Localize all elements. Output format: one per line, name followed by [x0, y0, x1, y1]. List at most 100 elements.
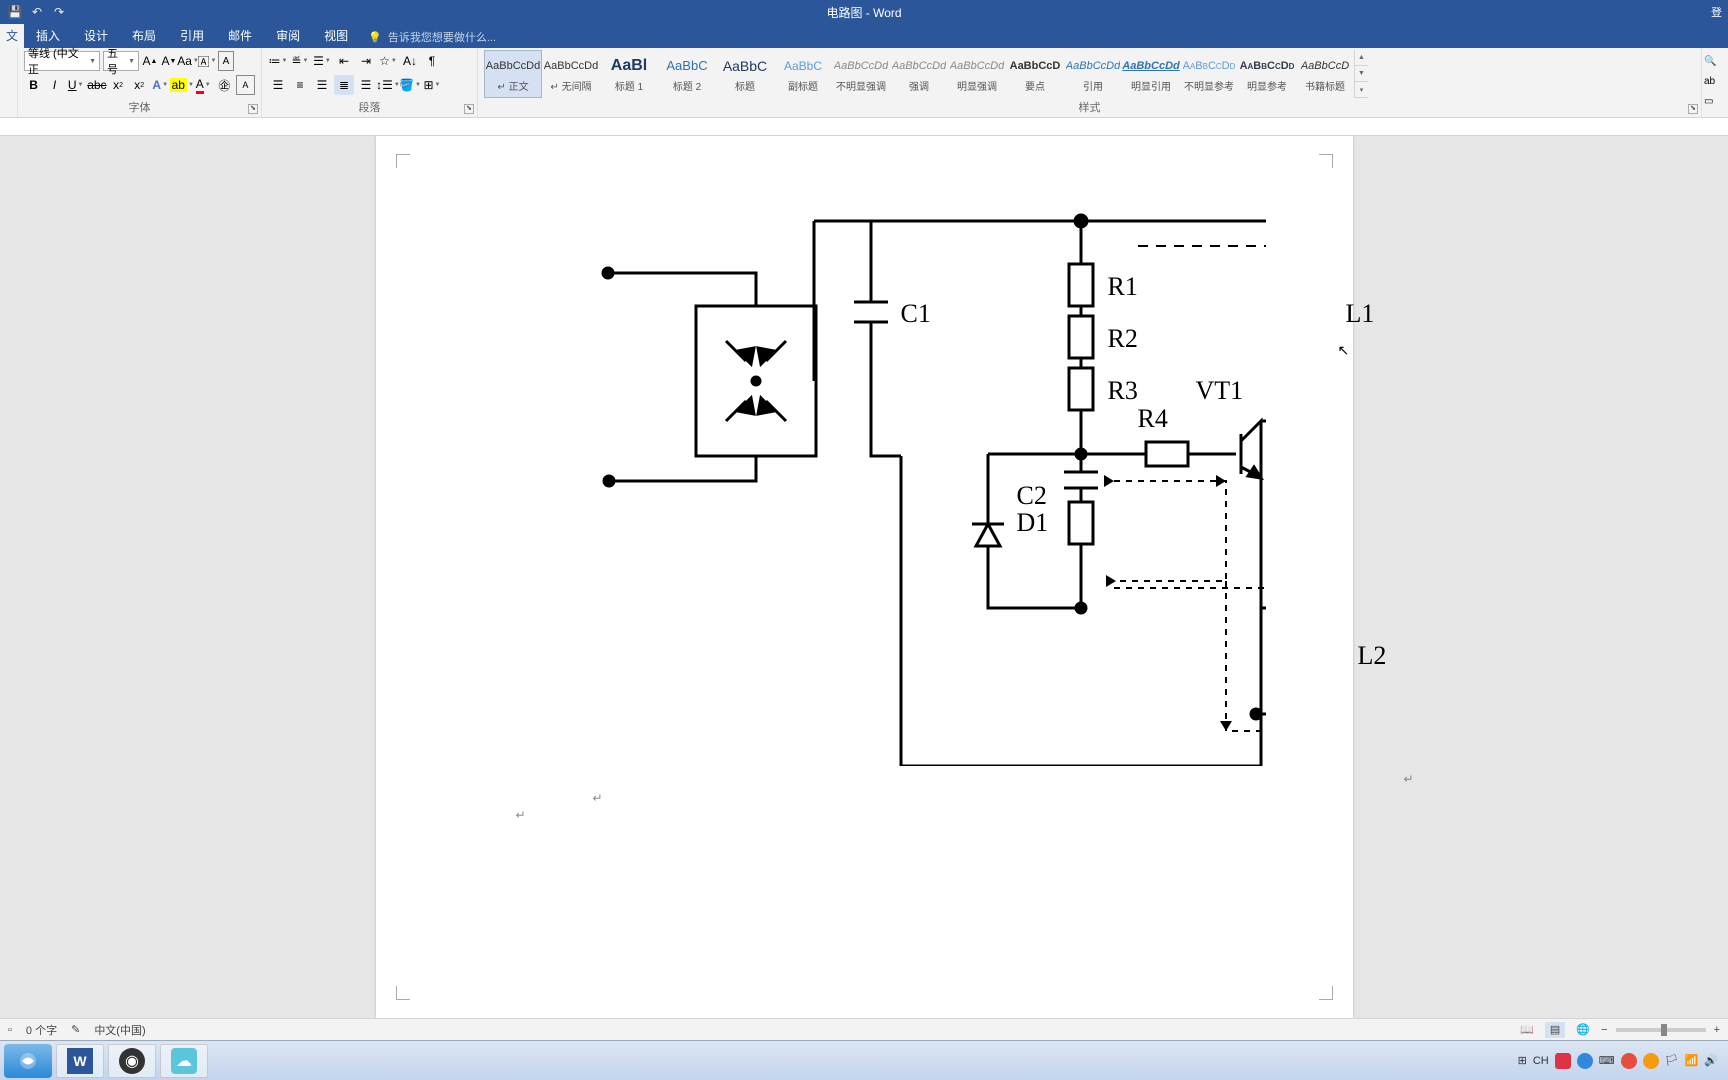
shading-icon[interactable]: 🪣 — [400, 75, 420, 95]
align-center-icon[interactable]: ≡ — [290, 75, 310, 95]
select-button[interactable]: ▭ — [1704, 92, 1726, 110]
word-count[interactable]: 0 个字 — [26, 1022, 57, 1038]
tab-layout[interactable]: 布局 — [120, 23, 168, 48]
style-item[interactable]: AaBbC标题 2 — [658, 50, 716, 98]
superscript-button[interactable]: x2 — [130, 75, 149, 95]
undo-icon[interactable]: ↶ — [30, 5, 44, 19]
justify-icon[interactable]: ≣ — [334, 75, 354, 95]
zoom-out-icon[interactable]: − — [1601, 1024, 1607, 1036]
text-effects-icon[interactable]: A — [151, 75, 170, 95]
tray-volume-icon[interactable]: 🔊 — [1704, 1054, 1718, 1067]
asian-layout-icon[interactable]: ☆ — [378, 51, 398, 71]
grow-font-icon[interactable]: A▲ — [142, 51, 158, 71]
zoom-slider[interactable] — [1616, 1028, 1706, 1032]
style-item[interactable]: AaBbC标题 — [716, 50, 774, 98]
tray-expand-icon[interactable]: ⊞ — [1518, 1054, 1527, 1067]
zoom-in-icon[interactable]: + — [1714, 1024, 1720, 1036]
style-item[interactable]: AaBbCcDd明显参考 — [1238, 50, 1296, 98]
char-border-icon[interactable]: A — [236, 75, 255, 95]
style-item[interactable]: AaBbCcDd不明显强调 — [832, 50, 890, 98]
login-link[interactable]: 登 — [1711, 4, 1722, 20]
language-indicator[interactable]: 中文(中国) — [94, 1022, 145, 1038]
tray-keyboard-icon[interactable]: ⌨ — [1599, 1054, 1615, 1067]
proofing-icon[interactable]: ✎ — [71, 1023, 80, 1036]
style-item[interactable]: AaBbCcDd强调 — [890, 50, 948, 98]
style-item[interactable]: AaBl标题 1 — [600, 50, 658, 98]
styles-group-expand-icon[interactable]: ⬊ — [1688, 104, 1698, 114]
status-bar: ▫ 0 个字 ✎ 中文(中国) 📖 ▤ 🌐 − + — [0, 1018, 1728, 1040]
align-right-icon[interactable]: ☰ — [312, 75, 332, 95]
numbering-icon[interactable]: ≝ — [290, 51, 310, 71]
tab-review[interactable]: 审阅 — [264, 23, 312, 48]
italic-button[interactable]: I — [45, 75, 64, 95]
page-indicator[interactable]: ▫ — [8, 1024, 12, 1036]
replace-button[interactable]: ab — [1704, 72, 1726, 90]
tray-app2-icon[interactable] — [1643, 1053, 1659, 1069]
style-item[interactable]: AaBbCcDd↵ 无间隔 — [542, 50, 600, 98]
style-item[interactable]: AaBbCcDd明显引用 — [1122, 50, 1180, 98]
web-layout-icon[interactable]: 🌐 — [1573, 1022, 1593, 1038]
title-bar: 💾 ↶ ↷ 电路图 - Word 登 — [0, 0, 1728, 24]
decrease-indent-icon[interactable]: ⇤ — [334, 51, 354, 71]
style-item[interactable]: AaBbCcDd引用 — [1064, 50, 1122, 98]
bullets-icon[interactable]: ≔ — [268, 51, 288, 71]
highlight-icon[interactable]: ab — [172, 75, 192, 95]
taskbar-app[interactable]: ☁ — [160, 1044, 208, 1078]
align-left-icon[interactable]: ☰ — [268, 75, 288, 95]
tray-app1-icon[interactable] — [1621, 1053, 1637, 1069]
style-item[interactable]: AaBbCcDd↵ 正文 — [484, 50, 542, 98]
document-area[interactable]: C1 R1 R2 R3 R4 VT1 L1 C2 D1 L2 ↵ ↵ ↵ ↖ — [0, 136, 1728, 1018]
save-icon[interactable]: 💾 — [8, 5, 22, 19]
ime-indicator[interactable]: CH — [1533, 1055, 1549, 1067]
change-case-icon[interactable]: Aa — [180, 51, 196, 71]
tab-references[interactable]: 引用 — [168, 23, 216, 48]
strike-button[interactable]: abc — [87, 75, 106, 95]
enclose-char-icon[interactable]: ㊭ — [215, 75, 234, 95]
gallery-scroll[interactable]: ▲▼▾ — [1354, 50, 1368, 98]
phonetic-icon[interactable]: 🄰 — [199, 51, 215, 71]
clear-format-icon[interactable]: A — [218, 51, 234, 71]
styles-gallery[interactable]: AaBbCcDd↵ 正文AaBbCcDd↵ 无间隔AaBl标题 1AaBbC标题… — [484, 50, 1695, 98]
tray-flag-icon[interactable]: 🏳 — [1665, 1054, 1679, 1067]
tell-me[interactable]: 💡 告诉我您想要做什么... — [368, 29, 496, 48]
style-item[interactable]: AaBbC副标题 — [774, 50, 832, 98]
label-d1: D1 — [1017, 508, 1049, 538]
tray-sogou-icon[interactable] — [1555, 1053, 1571, 1069]
tab-file[interactable]: 文 — [0, 23, 24, 48]
read-mode-icon[interactable]: 📖 — [1517, 1022, 1537, 1038]
distribute-icon[interactable]: ☰ — [356, 75, 376, 95]
style-item[interactable]: AaBbCcD书籍标题 — [1296, 50, 1354, 98]
start-button[interactable] — [4, 1044, 52, 1078]
tab-view[interactable]: 视图 — [312, 23, 360, 48]
font-color-icon[interactable]: A — [194, 75, 213, 95]
bold-button[interactable]: B — [24, 75, 43, 95]
paragraph-group-expand-icon[interactable]: ⬊ — [464, 104, 474, 114]
style-item[interactable]: AaBbCcDd明显强调 — [948, 50, 1006, 98]
font-size-combo[interactable]: 五号 — [103, 51, 139, 71]
style-item[interactable]: AaBbCcDd不明显参考 — [1180, 50, 1238, 98]
sort-icon[interactable]: A↓ — [400, 51, 420, 71]
tray-help-icon[interactable] — [1577, 1053, 1593, 1069]
multilevel-icon[interactable]: ☰ — [312, 51, 332, 71]
font-group: 等线 (中文正 五号 A▲ A▼ Aa 🄰 A B I U abc x2 x2 … — [18, 48, 262, 117]
taskbar-obs[interactable]: ◉ — [108, 1044, 156, 1078]
increase-indent-icon[interactable]: ⇥ — [356, 51, 376, 71]
find-button[interactable]: 🔍 — [1704, 52, 1726, 70]
label-r3: R3 — [1108, 376, 1138, 406]
shrink-font-icon[interactable]: A▼ — [161, 51, 177, 71]
tab-mailings[interactable]: 邮件 — [216, 23, 264, 48]
underline-button[interactable]: U — [66, 75, 85, 95]
line-spacing-icon[interactable]: ↕☰ — [378, 75, 398, 95]
print-layout-icon[interactable]: ▤ — [1545, 1022, 1565, 1038]
font-group-expand-icon[interactable]: ⬊ — [248, 104, 258, 114]
ruler[interactable] — [0, 118, 1728, 136]
style-item[interactable]: AaBbCcD要点 — [1006, 50, 1064, 98]
redo-icon[interactable]: ↷ — [52, 5, 66, 19]
subscript-button[interactable]: x2 — [109, 75, 128, 95]
tray-network-icon[interactable]: 📶 — [1685, 1054, 1699, 1067]
font-family-combo[interactable]: 等线 (中文正 — [24, 51, 100, 71]
show-marks-icon[interactable]: ¶ — [422, 51, 442, 71]
borders-icon[interactable]: ⊞ — [422, 75, 442, 95]
margin-corner-icon — [1319, 986, 1333, 1000]
taskbar-word[interactable]: W — [56, 1044, 104, 1078]
